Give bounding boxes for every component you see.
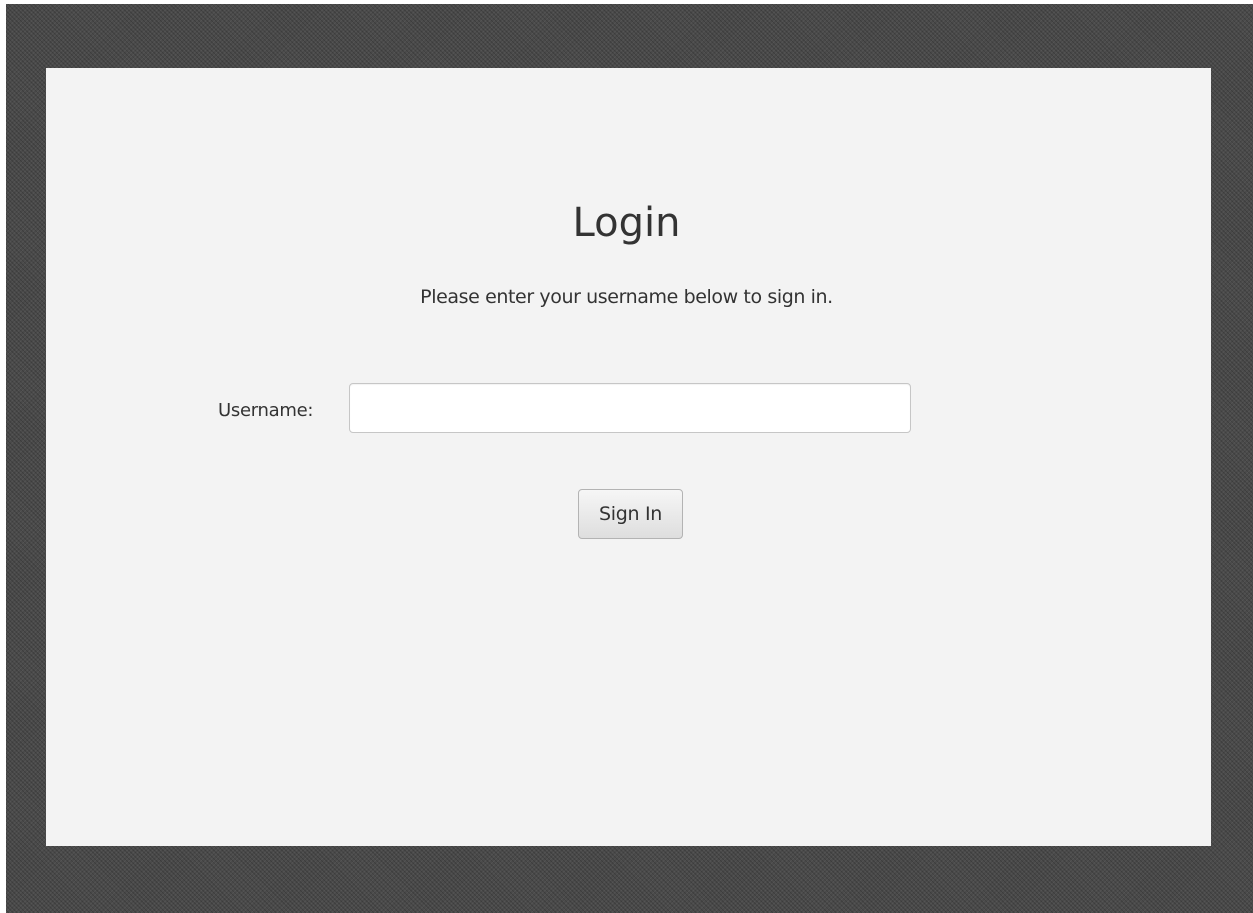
username-input[interactable] [349, 383, 911, 433]
username-label: Username: [218, 400, 314, 421]
page-title: Login [572, 200, 681, 246]
login-panel [46, 68, 1211, 846]
top-edge-strip [0, 0, 1253, 4]
left-edge-strip [0, 0, 6, 913]
sign-in-button[interactable]: Sign In [578, 489, 683, 539]
login-instructions: Please enter your username below to sign… [420, 286, 833, 308]
